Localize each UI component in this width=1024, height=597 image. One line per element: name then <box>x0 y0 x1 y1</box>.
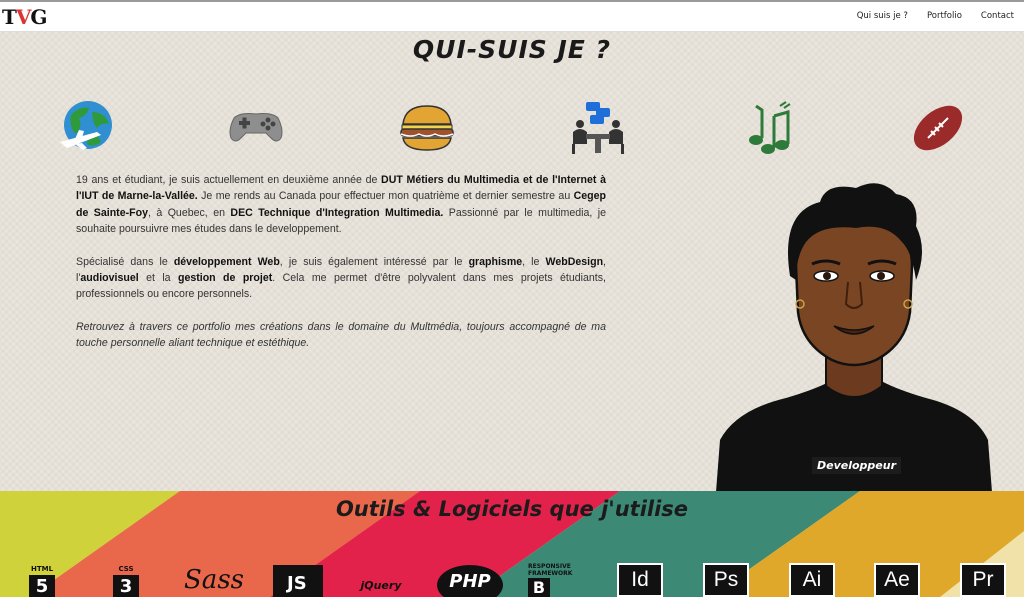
role-badge: Developpeur <box>812 457 902 474</box>
sass-icon: Sass <box>184 565 244 595</box>
nav-link-contact[interactable]: Contact <box>981 11 1014 21</box>
bio-text: 19 ans et étudiant, je suis actuellement… <box>76 172 606 368</box>
tools-section: Outils & Logiciels que j'utilise HTML 5 … <box>0 491 1024 597</box>
tools-title: Outils & Logiciels que j'utilise <box>335 497 689 521</box>
portrait-illustration <box>716 183 992 492</box>
meeting-icon <box>572 102 624 154</box>
nav-link-portfolio[interactable]: Portfolio <box>927 11 962 21</box>
globe-plane-icon <box>60 101 112 150</box>
bio-paragraph-2: Spécialisé dans le développement Web, je… <box>76 255 606 301</box>
photoshop-icon: Ps <box>703 563 749 597</box>
football-icon <box>913 105 963 151</box>
gamepad-icon <box>229 113 283 142</box>
burger-icon <box>400 105 454 151</box>
music-notes-icon <box>749 101 791 154</box>
jquery-icon: jQuery <box>360 579 402 592</box>
bootstrap-icon: RESPONSIVE FRAMEWORK B <box>528 563 573 597</box>
section-title: QUI-SUIS JE ? <box>412 35 612 64</box>
top-navbar: TVG Qui suis je ? Portfolio Contact <box>0 0 1024 32</box>
bio-paragraph-3: Retrouvez à travers ce portfolio mes cré… <box>76 320 606 350</box>
indesign-icon: Id <box>617 563 663 597</box>
about-section: QUI-SUIS JE ? 19 ans et étudiant, je sui… <box>0 32 1024 492</box>
bio-paragraph-1: 19 ans et étudiant, je suis actuellement… <box>76 174 606 236</box>
site-logo[interactable]: TVG <box>2 5 48 29</box>
css3-icon: CSS 3 <box>106 565 146 597</box>
illustrator-icon: Ai <box>789 563 835 597</box>
html5-icon: HTML 5 <box>29 565 55 597</box>
after-effects-icon: Ae <box>874 563 920 597</box>
premiere-icon: Pr <box>960 563 1006 597</box>
nav-menu: Qui suis je ? Portfolio Contact <box>857 11 1014 21</box>
nav-link-about[interactable]: Qui suis je ? <box>857 11 908 21</box>
php-icon: PHP <box>437 565 503 597</box>
javascript-icon: JS <box>273 565 323 597</box>
